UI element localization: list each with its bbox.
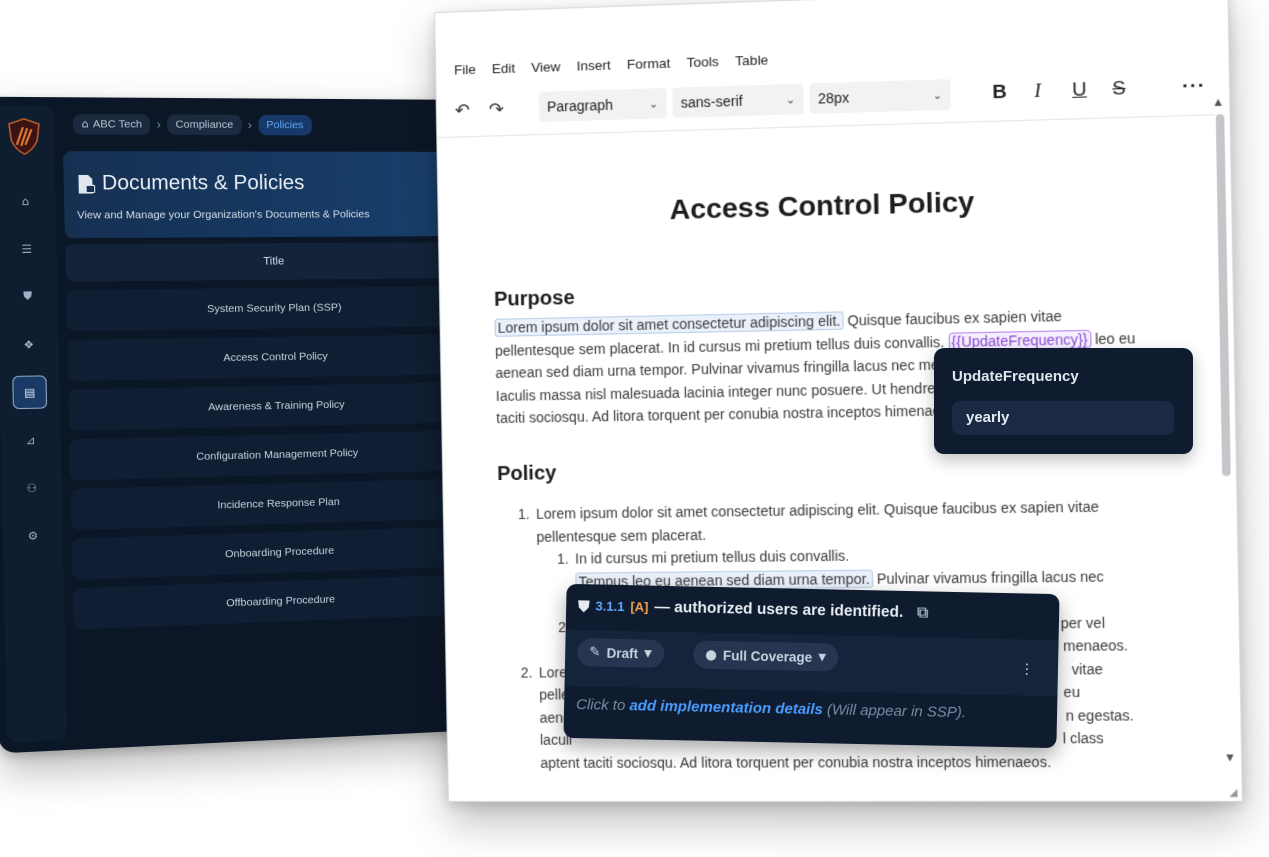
- table-row[interactable]: Onboarding Procedure: [71, 526, 481, 580]
- scroll-down-icon[interactable]: ▼: [1226, 753, 1234, 763]
- more-icon[interactable]: ···: [1182, 75, 1206, 98]
- breadcrumb-item-org[interactable]: ⌂ ABC Tech: [73, 114, 151, 135]
- control-card: ⛊ 3.1.1 [A] — authorized users are ident…: [563, 584, 1059, 748]
- menu-format[interactable]: Format: [627, 55, 671, 72]
- control-id[interactable]: 3.1.1: [595, 598, 624, 614]
- edit-document-icon: ✎: [589, 644, 601, 660]
- page-title: Documents & Policies: [102, 172, 305, 196]
- undo-icon[interactable]: ↶: [455, 100, 470, 121]
- bold-icon[interactable]: B: [992, 81, 1007, 104]
- external-link-icon[interactable]: ⧉: [917, 603, 928, 622]
- nav-rail: ⌂ ☰ ⛊ ❖ ▤ ⊿ ⚇ ⚙: [0, 105, 67, 742]
- chevron-right-icon: ›: [248, 118, 252, 132]
- list-icon[interactable]: ☰: [13, 236, 39, 261]
- check-circle-icon: ●: [705, 647, 717, 663]
- menu-edit[interactable]: Edit: [492, 61, 516, 77]
- table-row[interactable]: Configuration Management Policy: [69, 430, 479, 481]
- menu-bar: File Edit View Insert Format Tools Table: [454, 52, 768, 77]
- home-icon[interactable]: ⌂: [12, 188, 38, 213]
- chart-icon[interactable]: ⊿: [18, 427, 44, 453]
- shield-icon[interactable]: ⛊: [15, 284, 41, 309]
- brand-logo: [7, 118, 42, 156]
- variable-value-field[interactable]: yearly: [952, 401, 1174, 435]
- shield-icon: ⛊: [578, 597, 590, 615]
- cubes-icon[interactable]: ❖: [16, 332, 42, 357]
- table-row[interactable]: Offboarding Procedure: [72, 574, 482, 630]
- menu-tools[interactable]: Tools: [687, 54, 719, 70]
- caret-down-icon: ▼: [644, 648, 652, 659]
- document-lock-icon: [76, 173, 96, 194]
- breadcrumb: ⌂ ABC Tech › Compliance › Policies: [73, 114, 312, 136]
- breadcrumb-item-compliance[interactable]: Compliance: [167, 114, 242, 135]
- resize-handle-icon[interactable]: ◢: [1229, 787, 1237, 798]
- table-header-title[interactable]: Title: [65, 242, 475, 282]
- heading-purpose: Purpose: [494, 287, 575, 312]
- scroll-up-icon[interactable]: ▲: [1214, 98, 1222, 109]
- document-title: Access Control Policy: [438, 179, 1216, 232]
- menu-table[interactable]: Table: [735, 52, 768, 68]
- table-row[interactable]: Incidence Response Plan: [70, 478, 480, 530]
- page-subtitle: View and Manage your Organization's Docu…: [77, 208, 370, 221]
- menu-view[interactable]: View: [531, 59, 560, 75]
- heading-policy: Policy: [497, 462, 557, 486]
- table-row[interactable]: System Security Plan (SSP): [66, 286, 476, 331]
- variable-name: UpdateFrequency: [952, 368, 1079, 385]
- implementation-hint: Click to add implementation details (Wil…: [576, 696, 966, 721]
- breadcrumb-item-policies[interactable]: Policies: [258, 115, 312, 136]
- more-options-icon[interactable]: ⋮: [1020, 661, 1034, 677]
- page-header: Documents & Policies View and Manage you…: [63, 151, 474, 238]
- control-level: [A]: [630, 599, 648, 614]
- status-dropdown[interactable]: ✎ Draft ▼: [577, 638, 664, 668]
- block-format-select[interactable]: Paragraph ⌄: [539, 88, 667, 122]
- main-content: ⌂ ABC Tech › Compliance › Policies Docum…: [62, 106, 484, 740]
- add-implementation-link[interactable]: add implementation details: [629, 697, 823, 718]
- chevron-down-icon: ⌄: [933, 88, 943, 102]
- table-row[interactable]: Awareness & Training Policy: [68, 382, 478, 431]
- caret-down-icon: ▼: [818, 652, 826, 663]
- users-icon[interactable]: ⚇: [19, 475, 45, 501]
- font-family-select[interactable]: sans-serif ⌄: [672, 84, 804, 118]
- documents-icon[interactable]: ▤: [12, 375, 47, 409]
- gear-icon[interactable]: ⚙: [20, 523, 46, 549]
- chevron-down-icon: ⌄: [786, 93, 796, 106]
- strikethrough-icon[interactable]: S: [1112, 78, 1126, 101]
- font-size-select[interactable]: 28px ⌄: [809, 79, 950, 114]
- italic-icon[interactable]: I: [1034, 80, 1041, 103]
- redo-icon[interactable]: ↷: [489, 99, 504, 121]
- menu-insert[interactable]: Insert: [577, 57, 611, 73]
- table-row[interactable]: Access Control Policy: [67, 334, 477, 381]
- chevron-down-icon: ⌄: [649, 97, 659, 110]
- coverage-dropdown[interactable]: ● Full Coverage ▼: [693, 641, 838, 672]
- control-text: — authorized users are identified.: [654, 598, 903, 621]
- app-window: ⌂ ☰ ⛊ ❖ ▤ ⊿ ⚇ ⚙ ⌂ ABC Tech › Compliance …: [0, 97, 485, 754]
- chevron-right-icon: ›: [157, 117, 162, 131]
- underline-icon[interactable]: U: [1072, 79, 1087, 102]
- home-icon: ⌂: [81, 118, 88, 130]
- menu-file[interactable]: File: [454, 62, 476, 78]
- variable-popover: UpdateFrequency yearly: [934, 348, 1193, 454]
